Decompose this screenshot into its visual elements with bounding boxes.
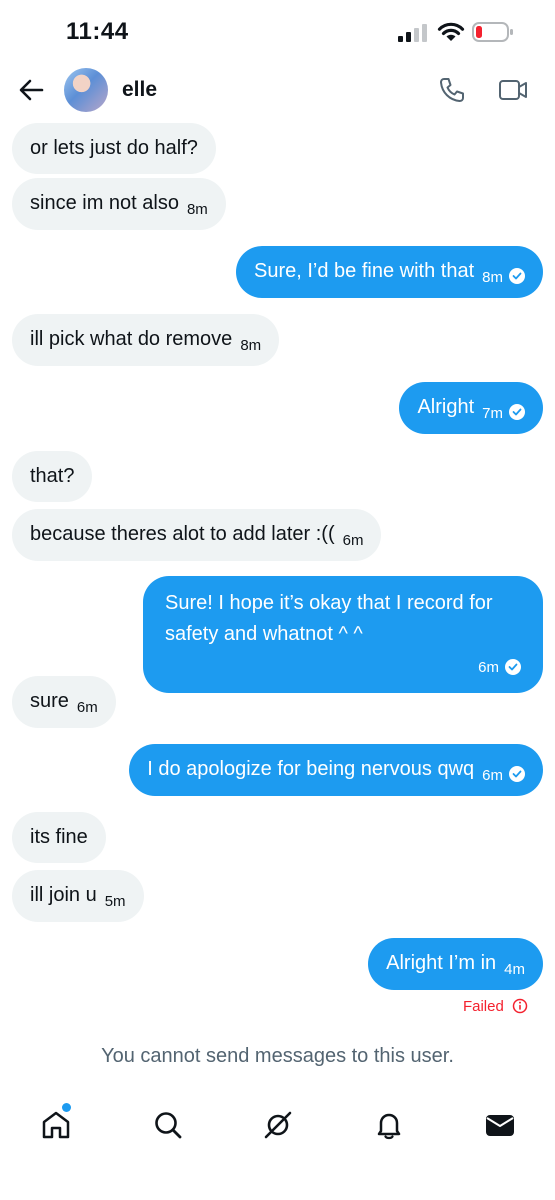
message-thread[interactable]: or lets just do half? since im not also 8… xyxy=(0,118,555,1028)
message-text: Sure, I’d be fine with that xyxy=(254,260,475,282)
message-outgoing[interactable]: I do apologize for being nervous qwq 6m xyxy=(129,744,543,796)
message-time: 7m xyxy=(482,405,503,422)
message-text: ill pick what do remove xyxy=(30,328,233,350)
message-incoming[interactable]: its fine xyxy=(12,812,106,863)
messages-envelope-icon[interactable] xyxy=(483,1108,517,1142)
info-icon xyxy=(512,998,528,1014)
message-time: 5m xyxy=(104,893,126,910)
sent-check-icon xyxy=(509,766,525,782)
conversation-header: elle xyxy=(0,62,555,118)
message-incoming[interactable]: that? xyxy=(12,451,93,502)
grok-icon[interactable] xyxy=(261,1108,295,1142)
message-time: 6m xyxy=(342,532,364,549)
message-incoming[interactable]: or lets just do half? xyxy=(12,123,216,174)
sent-check-icon xyxy=(505,659,521,675)
message-outgoing[interactable]: Sure, I’d be fine with that 8m xyxy=(236,246,543,298)
notifications-bell-icon[interactable] xyxy=(372,1108,406,1142)
message-text: or lets just do half? xyxy=(30,137,198,159)
message-text: since im not also xyxy=(30,192,179,214)
message-time: 6m xyxy=(482,767,503,784)
message-text: ill join u xyxy=(30,884,97,906)
failed-label: Failed xyxy=(462,998,504,1015)
message-text: its fine xyxy=(30,826,88,848)
status-bar: 11:44 xyxy=(0,0,555,62)
status-time: 11:44 xyxy=(66,18,129,45)
wifi-icon xyxy=(437,22,465,41)
message-time: 8m xyxy=(240,337,262,354)
sent-check-icon xyxy=(509,268,525,284)
failed-status[interactable]: Failed xyxy=(463,998,528,1015)
home-icon[interactable] xyxy=(39,1108,73,1142)
search-icon[interactable] xyxy=(151,1108,185,1142)
arrow-left-icon[interactable] xyxy=(16,76,46,104)
message-time: 8m xyxy=(482,269,503,286)
message-text: that? xyxy=(30,465,75,487)
contact-name[interactable]: elle xyxy=(122,78,157,102)
bottom-navigation xyxy=(0,1100,555,1152)
message-outgoing[interactable]: Sure! I hope it’s okay that I record for… xyxy=(143,576,543,693)
cellular-signal-icon xyxy=(398,24,427,42)
message-text: sure xyxy=(30,690,69,712)
message-time: 6m xyxy=(478,659,499,676)
message-text: Alright I’m in xyxy=(386,952,497,974)
home-notification-dot xyxy=(62,1103,71,1112)
sent-check-icon xyxy=(509,404,525,420)
avatar[interactable] xyxy=(64,68,108,112)
phone-icon[interactable] xyxy=(438,76,466,104)
message-time: 8m xyxy=(186,201,208,218)
message-outgoing[interactable]: Alright 7m xyxy=(399,382,543,434)
message-text: Alright xyxy=(417,396,475,418)
message-text: because theres alot to add later :(( xyxy=(30,523,335,545)
message-time: 6m xyxy=(76,699,98,716)
video-camera-icon[interactable] xyxy=(498,77,528,103)
battery-low-icon xyxy=(472,22,513,42)
message-incoming[interactable]: because theres alot to add later :(( 6m xyxy=(12,509,382,561)
message-incoming[interactable]: since im not also 8m xyxy=(12,178,226,230)
message-text: I do apologize for being nervous qwq xyxy=(147,758,475,780)
message-incoming[interactable]: sure 6m xyxy=(12,676,116,728)
message-time: 4m xyxy=(504,961,525,978)
cannot-message-notice: You cannot send messages to this user. xyxy=(101,1045,454,1067)
message-text: Sure! I hope it’s okay that I record for… xyxy=(165,592,493,645)
message-incoming[interactable]: ill join u 5m xyxy=(12,870,144,922)
message-incoming[interactable]: ill pick what do remove 8m xyxy=(12,314,280,366)
message-outgoing-failed[interactable]: Alright I’m in 4m xyxy=(368,938,543,990)
